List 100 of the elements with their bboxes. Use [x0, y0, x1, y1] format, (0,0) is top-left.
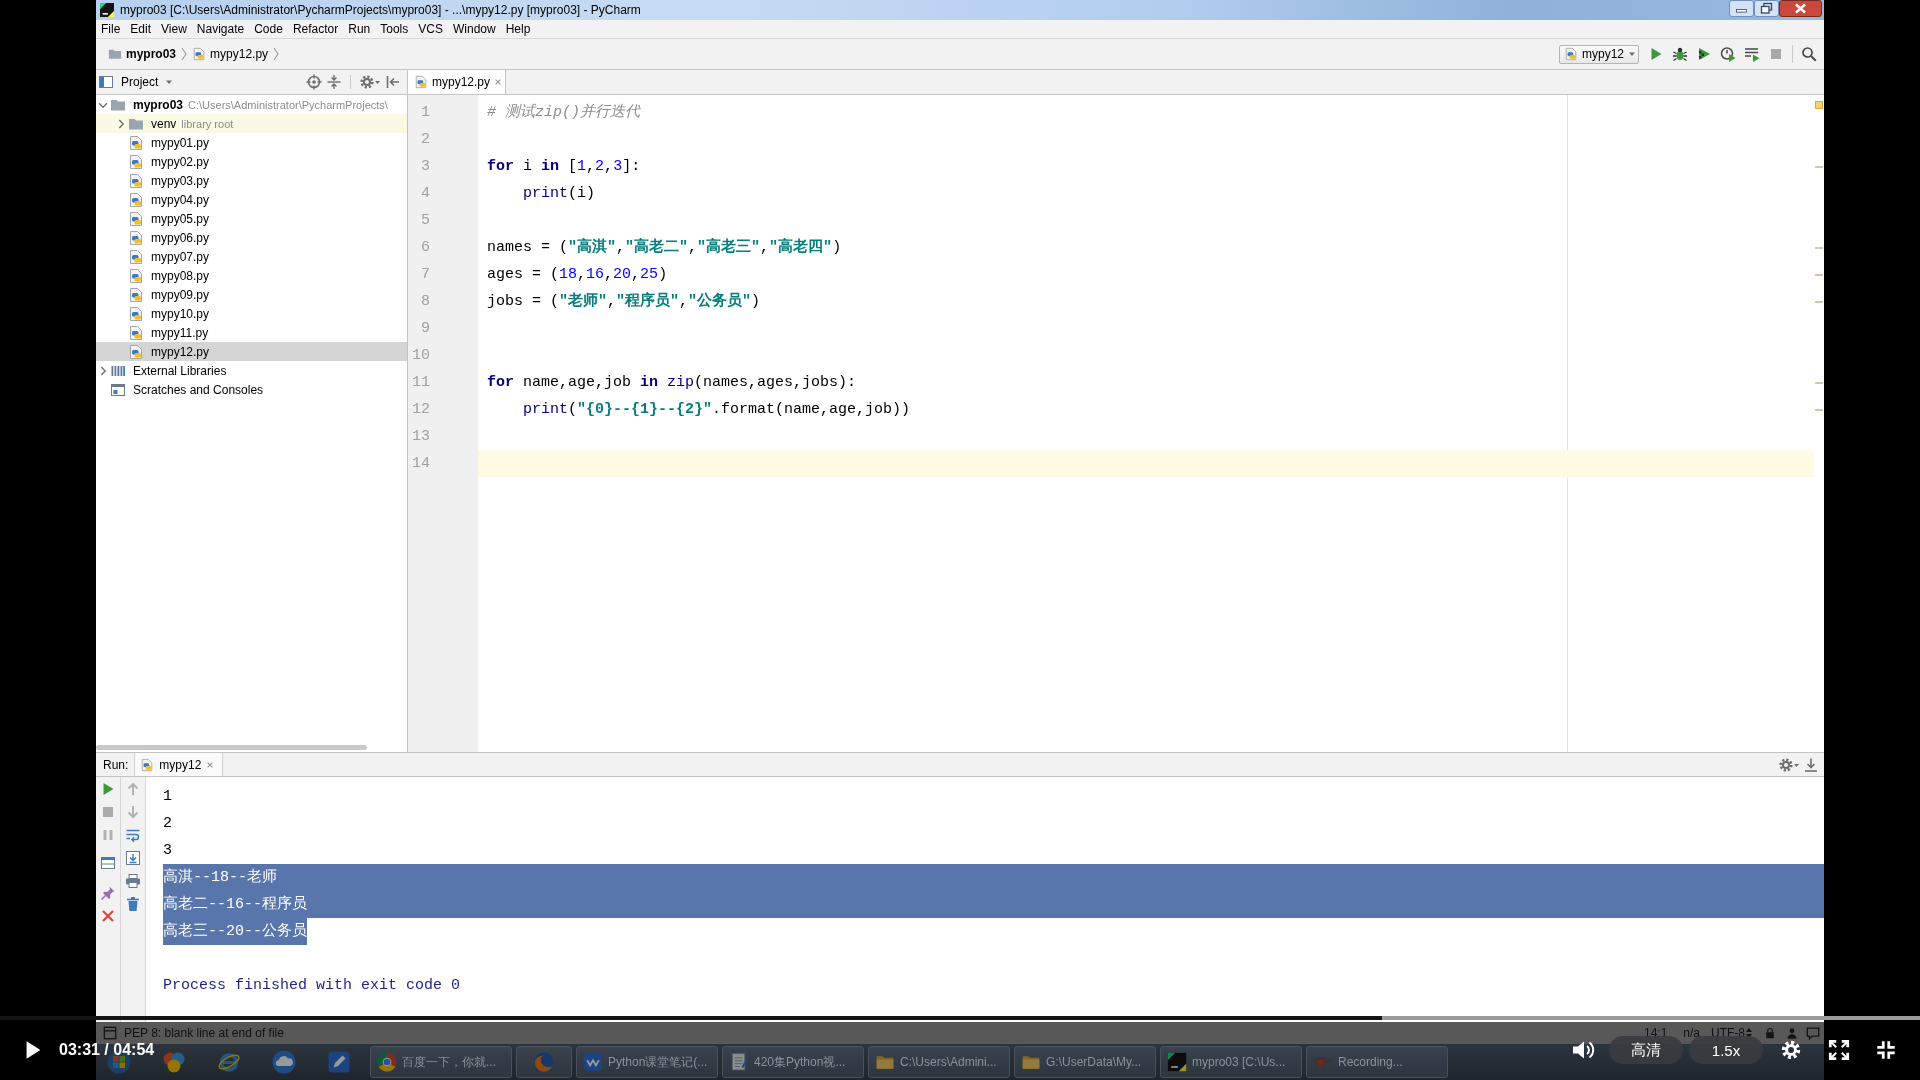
taskbar-button[interactable]: Python课堂笔记(... — [576, 1046, 718, 1078]
collapse-left-icon[interactable] — [385, 74, 401, 90]
ring-orbit-icon[interactable] — [217, 1050, 241, 1074]
tree-item[interactable]: Scratches and Consoles — [96, 380, 407, 399]
tree-item-hint: library root — [181, 117, 234, 130]
tree-item[interactable]: External Libraries — [96, 361, 407, 380]
menu-item[interactable]: Tools — [375, 21, 414, 37]
menu-item[interactable]: File — [96, 21, 126, 37]
progress-track[interactable] — [0, 1016, 1920, 1020]
zigzag-tile-icon — [583, 1052, 603, 1072]
menu-item[interactable]: View — [156, 21, 192, 37]
speed-button[interactable]: 1.5x — [1689, 1036, 1763, 1064]
checkered-play-icon[interactable] — [1696, 46, 1712, 62]
tree-item[interactable]: mypy04.py — [96, 190, 407, 209]
pen-icon[interactable] — [327, 1050, 351, 1074]
scrollbar-thumb[interactable] — [96, 745, 367, 750]
file-icon — [1564, 47, 1578, 61]
circles-icon[interactable] — [162, 1050, 186, 1074]
pin-icon[interactable] — [100, 885, 116, 901]
file-icon — [140, 757, 155, 772]
project-view-dropdown[interactable]: Project — [98, 74, 174, 90]
tree-item[interactable]: mypy07.py — [96, 247, 407, 266]
line-number: 11 — [412, 372, 430, 393]
tree-item[interactable]: mypy03.py — [96, 171, 407, 190]
tree-item[interactable]: mypy11.py — [96, 323, 407, 342]
close-icon[interactable] — [100, 908, 116, 924]
bug-icon[interactable] — [1672, 46, 1688, 62]
chevron-right-icon — [180, 46, 189, 62]
frame-icon[interactable] — [103, 1026, 117, 1040]
menu-item[interactable]: Navigate — [191, 21, 250, 37]
line-number: 2 — [421, 129, 430, 150]
quality-button[interactable]: 高清 — [1609, 1036, 1683, 1064]
run-tab[interactable]: mypy12 — [134, 753, 224, 776]
taskbar-button[interactable]: C:\Users\Admini... — [868, 1046, 1010, 1078]
tree-item[interactable]: mypy01.py — [96, 133, 407, 152]
taskbar-button[interactable]: Recording... — [1306, 1046, 1448, 1078]
menu-item[interactable]: VCS — [413, 21, 448, 37]
file-icon — [128, 172, 144, 189]
cloud-icon[interactable] — [272, 1050, 296, 1074]
tree-item[interactable]: mypy02.py — [96, 152, 407, 171]
search-icon[interactable] — [1801, 46, 1817, 62]
speech-bubble-icon[interactable] — [1806, 1026, 1820, 1040]
split-window-icon[interactable] — [100, 855, 116, 871]
menu-item[interactable]: Run — [343, 21, 376, 37]
file-icon — [128, 248, 144, 265]
file-icon — [128, 267, 144, 284]
tree-item[interactable]: mypy08.py — [96, 266, 407, 285]
taskbar-button[interactable]: 420集Python视... — [722, 1046, 864, 1078]
restore-button[interactable] — [1754, 0, 1779, 17]
tree-item[interactable]: mypy12.py — [96, 342, 407, 361]
menu-item[interactable]: Edit — [125, 21, 157, 37]
shrink-icon[interactable] — [1875, 1039, 1897, 1061]
close-icon[interactable] — [494, 78, 503, 86]
gear-icon[interactable] — [1780, 1039, 1802, 1061]
tree-item[interactable]: mypy05.py — [96, 209, 407, 228]
menu-item[interactable]: Help — [500, 21, 536, 37]
menu-item[interactable]: Code — [249, 21, 288, 37]
trash-icon[interactable] — [125, 896, 141, 912]
arrow-to-line-icon[interactable] — [1803, 756, 1819, 773]
tree-item[interactable]: mypro03 C:\Users\Administrator\PycharmProjects\ — [96, 95, 407, 114]
taskbar-button[interactable]: 百度一下，你就... — [370, 1046, 512, 1078]
file-icon — [128, 153, 144, 170]
close-button[interactable] — [1779, 0, 1822, 17]
updown-arrows-icon — [1746, 1027, 1752, 1039]
folder-icon — [108, 47, 122, 61]
editor-tab[interactable]: mypy12.py — [408, 70, 507, 94]
line-number: 10 — [412, 345, 430, 366]
wrap-lines-icon[interactable] — [125, 827, 141, 843]
tree-item[interactable]: venv library root — [96, 114, 407, 133]
tree-item[interactable]: mypy10.py — [96, 304, 407, 323]
collapse-icon[interactable] — [326, 74, 342, 90]
clock-play-icon[interactable] — [1720, 46, 1736, 62]
menu-item[interactable]: Refactor — [287, 21, 344, 37]
menu-item[interactable]: Window — [447, 21, 501, 37]
code-line: print("{0}--{1}--{2}".format(name,age,job)) — [522, 399, 911, 420]
breadcrumb[interactable]: mypy12.py — [192, 47, 269, 61]
window-title: mypro03 [C:\Users\Administrator\PycharmProjects\mypro03] - ...\mypy12.py [mypro03] - PyCharm — [120, 3, 641, 17]
lock-icon[interactable] — [1764, 1027, 1776, 1039]
scroll-to-end-icon[interactable] — [125, 850, 141, 866]
line-number: 9 — [421, 318, 430, 339]
taskbar-button[interactable]: G:\UserData\My... — [1014, 1046, 1156, 1078]
printer-icon[interactable] — [125, 873, 141, 889]
list-play-icon[interactable] — [1744, 46, 1760, 62]
minimize-button[interactable] — [1729, 0, 1754, 17]
code-line: print(i) — [522, 183, 596, 204]
expand-icon[interactable] — [1828, 1039, 1850, 1061]
breadcrumb[interactable]: mypro03 — [108, 47, 177, 61]
tree-item-hint: C:\Users\Administrator\PycharmProjects\ — [188, 98, 388, 111]
close-icon[interactable] — [206, 760, 215, 769]
tree-item[interactable]: mypy09.py — [96, 285, 407, 304]
run-configuration-dropdown[interactable]: mypy12 — [1559, 44, 1639, 64]
file-icon — [414, 75, 428, 89]
app-icon — [100, 3, 114, 17]
file-icon — [128, 191, 144, 208]
line-number: 1 — [421, 102, 430, 123]
person-icon[interactable] — [1786, 1027, 1798, 1039]
tree-item[interactable]: mypy06.py — [96, 228, 407, 247]
crosshair-icon[interactable] — [306, 74, 322, 90]
taskbar-button[interactable]: mypro03 [C:\Us... — [1160, 1046, 1302, 1078]
file-icon — [192, 47, 207, 61]
